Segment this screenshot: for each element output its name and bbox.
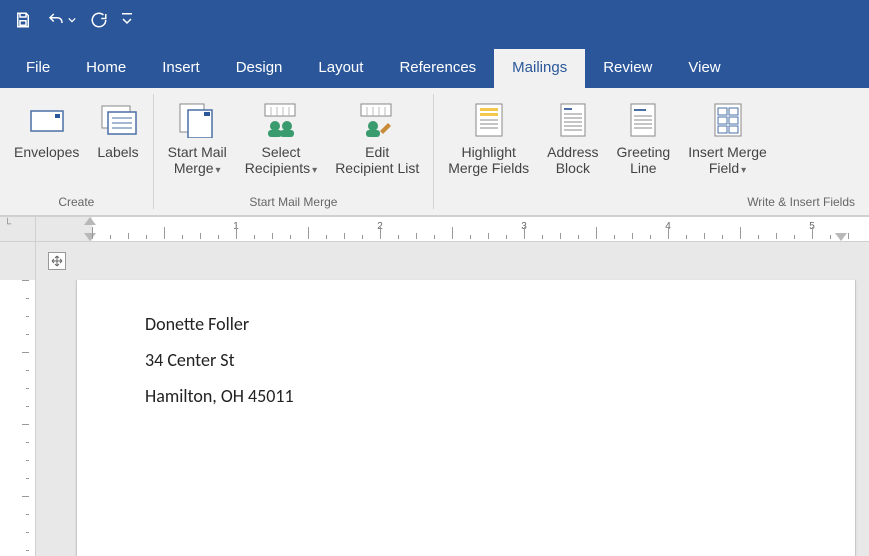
tab-layout[interactable]: Layout xyxy=(300,49,381,88)
tab-selector[interactable]: └ xyxy=(0,216,36,241)
highlight-fields-icon xyxy=(472,98,506,142)
ruler-ticks: 12345 xyxy=(92,217,869,241)
tab-mailings[interactable]: Mailings xyxy=(494,49,585,88)
page-scroll-area[interactable]: Donette Foller 34 Center St Hamilton, OH… xyxy=(36,242,869,556)
ribbon: Envelopes Labels Create xyxy=(0,88,869,216)
greeting-line-button[interactable]: Greeting Line xyxy=(609,94,679,176)
labels-label: Labels xyxy=(97,144,138,160)
doc-line[interactable]: Donette Foller xyxy=(145,306,855,342)
chevron-down-icon: ▾ xyxy=(741,165,746,176)
envelopes-button[interactable]: Envelopes xyxy=(6,94,87,160)
table-move-handle[interactable] xyxy=(48,252,66,270)
mail-merge-icon xyxy=(176,98,218,142)
labels-button[interactable]: Labels xyxy=(89,94,146,160)
redo-button[interactable] xyxy=(90,11,108,29)
ruler-row: └ 12345 xyxy=(0,216,869,242)
recipients-icon xyxy=(259,98,303,142)
customize-qat-button[interactable] xyxy=(122,13,132,27)
select-recipients-label: Select Recipients▾ xyxy=(245,144,317,177)
chevron-down-icon: ▾ xyxy=(312,165,317,176)
select-recipients-button[interactable]: Select Recipients▾ xyxy=(237,94,325,177)
envelope-icon xyxy=(27,98,67,142)
highlight-merge-fields-label: Highlight Merge Fields xyxy=(448,144,529,176)
greeting-line-icon xyxy=(628,98,658,142)
tab-review[interactable]: Review xyxy=(585,49,670,88)
start-mail-merge-button[interactable]: Start Mail Merge▾ xyxy=(160,94,235,177)
labels-icon xyxy=(98,98,138,142)
ruler-margin xyxy=(0,242,35,280)
start-mail-merge-label: Start Mail Merge▾ xyxy=(168,144,227,177)
tab-insert[interactable]: Insert xyxy=(144,49,218,88)
undo-icon xyxy=(46,11,66,29)
undo-button[interactable] xyxy=(46,11,76,29)
edit-recipient-list-button[interactable]: Edit Recipient List xyxy=(327,94,427,176)
quick-access-toolbar xyxy=(0,0,869,40)
tab-home[interactable]: Home xyxy=(68,49,144,88)
redo-icon xyxy=(90,11,108,29)
ribbon-group-create: Envelopes Labels Create xyxy=(0,88,153,215)
save-button[interactable] xyxy=(14,11,32,29)
insert-merge-field-icon xyxy=(711,98,745,142)
tab-view[interactable]: View xyxy=(670,49,738,88)
document-page[interactable]: Donette Foller 34 Center St Hamilton, OH… xyxy=(76,280,856,556)
tab-file[interactable]: File xyxy=(8,49,68,88)
vertical-ruler[interactable] xyxy=(0,242,36,556)
save-icon xyxy=(14,11,32,29)
ribbon-group-start-mail-merge: Start Mail Merge▾ Select Recipients▾ xyxy=(154,88,434,215)
doc-line[interactable]: Hamilton, OH 45011 xyxy=(145,378,855,414)
edit-recipient-list-label: Edit Recipient List xyxy=(335,144,419,176)
address-block-icon xyxy=(558,98,588,142)
tab-design[interactable]: Design xyxy=(218,49,301,88)
ribbon-tabs: File Home Insert Design Layout Reference… xyxy=(0,40,869,88)
insert-merge-field-label: Insert Merge Field▾ xyxy=(688,144,767,177)
insert-merge-field-button[interactable]: Insert Merge Field▾ xyxy=(680,94,775,177)
group-label-create: Create xyxy=(6,191,147,215)
group-label-start-mail-merge: Start Mail Merge xyxy=(160,191,428,215)
chevron-down-icon xyxy=(68,16,76,24)
doc-line[interactable]: 34 Center St xyxy=(145,342,855,378)
tab-references[interactable]: References xyxy=(381,49,494,88)
highlight-merge-fields-button[interactable]: Highlight Merge Fields xyxy=(440,94,537,176)
customize-icon xyxy=(122,13,132,27)
group-label-write-insert: Write & Insert Fields xyxy=(440,191,863,215)
envelopes-label: Envelopes xyxy=(14,144,79,160)
address-block-label: Address Block xyxy=(547,144,598,176)
chevron-down-icon: ▾ xyxy=(216,165,221,176)
edit-recipients-icon xyxy=(355,98,399,142)
document-content[interactable]: Donette Foller 34 Center St Hamilton, OH… xyxy=(77,280,855,414)
horizontal-ruler[interactable]: 12345 xyxy=(36,216,869,241)
address-block-button[interactable]: Address Block xyxy=(539,94,606,176)
document-area: Donette Foller 34 Center St Hamilton, OH… xyxy=(0,242,869,556)
ribbon-group-write-insert: Highlight Merge Fields Address Block xyxy=(434,88,869,215)
greeting-line-label: Greeting Line xyxy=(617,144,671,176)
